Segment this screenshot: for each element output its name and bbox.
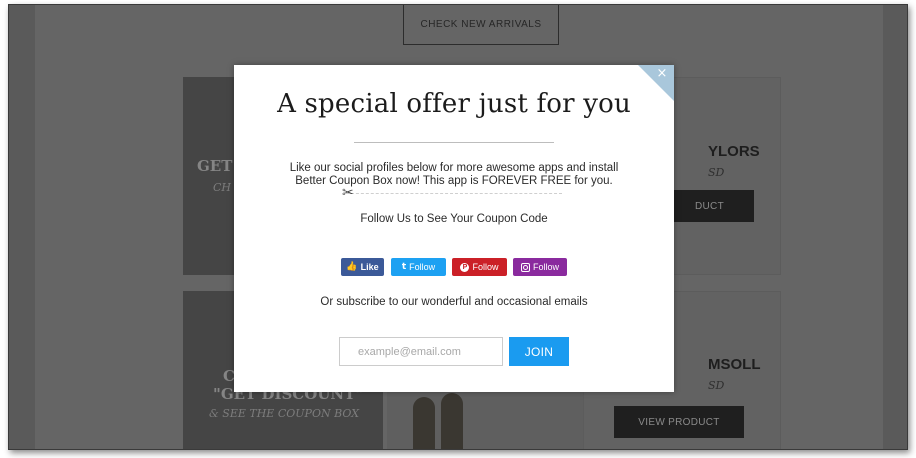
instagram-follow-button[interactable]: Follow <box>513 258 567 276</box>
page-margin-right <box>881 5 907 449</box>
twitter-follow-label: Follow <box>409 262 436 272</box>
pinterest-follow-button[interactable]: P Follow <box>452 258 507 276</box>
coupon-popup: × A special offer just for you Like our … <box>234 65 674 392</box>
thumbs-up-icon: 👍 <box>346 262 358 272</box>
title-divider <box>354 142 554 143</box>
join-button[interactable]: JOIN <box>509 337 569 366</box>
popup-description: Like our social profiles below for more … <box>289 162 619 187</box>
instagram-follow-label: Follow <box>532 262 559 272</box>
scissors-icon: ✂ <box>342 184 354 200</box>
twitter-follow-button[interactable]: t Follow <box>391 258 446 276</box>
popup-title: A special offer just for you <box>277 89 631 119</box>
twitter-bird-icon: t <box>401 262 407 272</box>
pinterest-icon: P <box>460 262 470 272</box>
product-name: MSOLL <box>708 356 761 373</box>
follow-prompt: Follow Us to See Your Coupon Code <box>360 213 548 225</box>
promo-bottom-subtitle: & SEE THE COUPON BOX <box>209 407 360 420</box>
shoe-right <box>441 393 463 449</box>
shoe-left <box>413 397 435 449</box>
product-price: SD <box>708 379 725 392</box>
pinterest-follow-label: Follow <box>472 262 499 272</box>
instagram-icon <box>520 262 530 272</box>
close-icon[interactable]: × <box>655 67 669 81</box>
coupon-cut-line <box>346 193 562 194</box>
subscribe-prompt: Or subscribe to our wonderful and occasi… <box>320 296 588 308</box>
facebook-like-button[interactable]: 👍 Like <box>341 258 384 276</box>
product-name: YLORS <box>708 143 760 160</box>
promo-top-subtitle: CH <box>213 181 232 194</box>
email-field[interactable] <box>339 337 503 366</box>
promo-top-title: GET <box>197 157 233 175</box>
facebook-like-label: Like <box>360 262 379 272</box>
check-new-arrivals-button[interactable]: CHECK NEW ARRIVALS <box>403 5 559 45</box>
page-margin-left <box>9 5 35 449</box>
view-product-button[interactable]: VIEW PRODUCT <box>614 406 744 438</box>
product-price: SD <box>708 166 725 179</box>
